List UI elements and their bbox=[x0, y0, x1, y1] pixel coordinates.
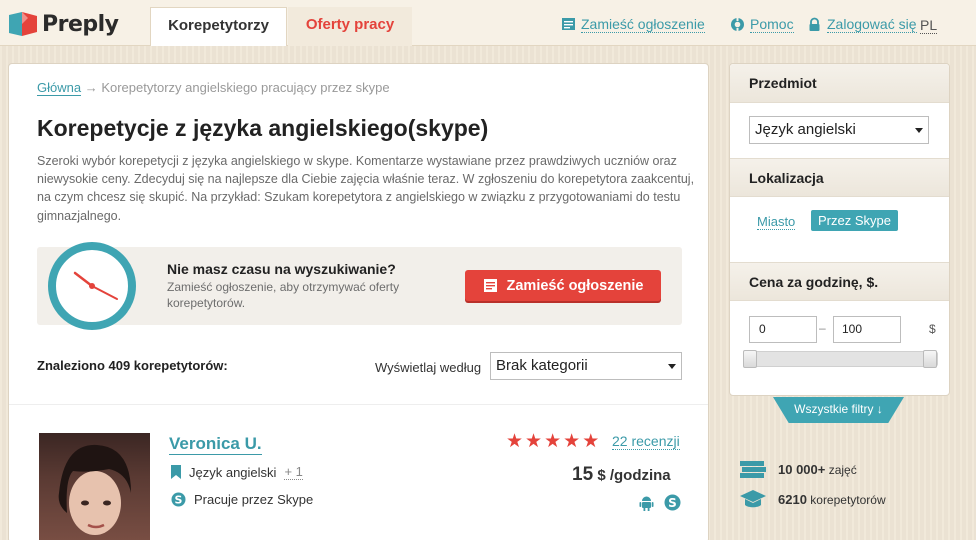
stat-lessons: 10 000+ zajęć bbox=[739, 458, 857, 480]
star-icon: ★ bbox=[563, 431, 581, 452]
subject-select-value: Język angielski bbox=[755, 121, 856, 138]
tab-job-offers[interactable]: Oferty pracy bbox=[288, 7, 412, 46]
results-count: Znaleziono 409 korepetytorów: bbox=[37, 358, 228, 373]
top-navigation-bar: Preply Korepetytorzy Oferty pracy Zamieś… bbox=[0, 0, 976, 46]
lifebuoy-icon bbox=[731, 17, 744, 32]
subject-filter-heading: Przedmiot bbox=[730, 64, 949, 103]
location-skype-option[interactable]: Przez Skype bbox=[811, 210, 898, 231]
stat-lessons-value: 10 000+ bbox=[778, 461, 826, 477]
svg-text:S: S bbox=[668, 496, 677, 510]
notepad-icon bbox=[562, 18, 575, 30]
currency-label: $ bbox=[929, 322, 936, 336]
tutor-platform-icons: S bbox=[638, 494, 681, 511]
breadcrumb-current: Korepetytorzy angielskiego pracujący prz… bbox=[101, 80, 390, 95]
skype-icon: S bbox=[664, 494, 681, 511]
location-city-option[interactable]: Miasto bbox=[757, 214, 796, 230]
star-icon: ★ bbox=[544, 431, 562, 452]
chevron-down-icon bbox=[915, 128, 923, 133]
price-range-min-handle[interactable] bbox=[743, 350, 757, 368]
tutor-skype-info: S Pracuje przez Skype bbox=[171, 492, 313, 507]
star-icon: ★ bbox=[525, 431, 543, 452]
lock-icon bbox=[809, 17, 820, 31]
main-content-card: Główna → Korepetytorzy angielskiego prac… bbox=[8, 63, 709, 540]
stat-lessons-label: zajęć bbox=[828, 462, 857, 477]
star-icon: ★ bbox=[582, 431, 600, 452]
breadcrumb-arrow: → bbox=[84, 80, 98, 95]
tab-tutors[interactable]: Korepetytorzy bbox=[150, 7, 287, 46]
page-title: Korepetycje z języka angielskiego(skype) bbox=[37, 115, 489, 141]
post-ad-button-label: Zamieść ogłoszenie bbox=[506, 277, 644, 294]
location-filter-heading: Lokalizacja bbox=[730, 158, 949, 197]
login-label: Zalogować się bbox=[827, 16, 917, 33]
tutor-language: Język angielski + 1 bbox=[171, 464, 303, 480]
chevron-down-icon bbox=[668, 364, 676, 369]
sort-label: Wyświetlaj według bbox=[375, 360, 482, 375]
post-ad-link[interactable]: Zamieść ogłoszenie bbox=[561, 16, 705, 33]
graduation-cap-icon bbox=[740, 490, 766, 508]
login-link[interactable]: Zalogować się bbox=[807, 16, 917, 33]
tutor-price: 15 $ /godzina bbox=[572, 464, 671, 486]
reviews-link[interactable]: 22 recenzji bbox=[612, 433, 680, 450]
tutor-language-label: Język angielski bbox=[189, 464, 277, 480]
logo[interactable]: Preply bbox=[8, 9, 119, 39]
price-from-input[interactable]: 0 bbox=[749, 316, 817, 343]
post-ad-button[interactable]: Zamieść ogłoszenie bbox=[465, 270, 661, 301]
books-icon bbox=[740, 461, 766, 478]
divider bbox=[9, 404, 708, 405]
page-description: Szeroki wybór korepetycji z języka angie… bbox=[37, 154, 695, 223]
post-ad-label: Zamieść ogłoszenie bbox=[581, 16, 705, 33]
breadcrumb: Główna → Korepetytorzy angielskiego prac… bbox=[37, 80, 390, 96]
person-photo-icon bbox=[58, 444, 131, 535]
all-filters-button[interactable]: Wszystkie filtry ↓ bbox=[773, 397, 904, 423]
tutor-name-link[interactable]: Veronica U. bbox=[169, 434, 262, 455]
price-range-max-handle[interactable] bbox=[923, 350, 937, 368]
more-languages-link[interactable]: + 1 bbox=[284, 464, 303, 480]
filter-sidebar: Przedmiot Język angielski Lokalizacja Mi… bbox=[729, 63, 950, 396]
subject-select[interactable]: Język angielski bbox=[749, 116, 929, 144]
promo-title: Nie masz czasu na wyszukiwanie? bbox=[167, 261, 396, 277]
stat-tutors: 6210 korepetytorów bbox=[739, 488, 886, 510]
price-to-input[interactable]: 100 bbox=[833, 316, 901, 343]
price-unit: $ /godzina bbox=[597, 467, 671, 484]
skype-icon: S bbox=[171, 492, 186, 507]
stat-tutors-value: 6210 bbox=[778, 491, 807, 507]
tutor-avatar[interactable] bbox=[39, 433, 150, 540]
help-link[interactable]: Pomoc bbox=[730, 16, 794, 33]
sort-select-value: Brak kategorii bbox=[496, 357, 588, 374]
promo-banner: Nie masz czasu na wyszukiwanie? Zamieść … bbox=[37, 242, 682, 330]
breadcrumb-home-link[interactable]: Główna bbox=[37, 80, 82, 96]
price-range-slider[interactable] bbox=[744, 351, 938, 367]
notepad-icon bbox=[483, 279, 497, 292]
rating-stars: ★ ★ ★ ★ ★ bbox=[506, 432, 599, 452]
price-filter-heading: Cena za godzinę, $. bbox=[730, 262, 949, 301]
language-selector[interactable]: PL bbox=[920, 17, 938, 34]
stat-tutors-label: korepetytorów bbox=[810, 492, 886, 507]
preply-logo-icon bbox=[9, 12, 37, 36]
price-range-dash: – bbox=[819, 321, 826, 335]
android-icon bbox=[639, 496, 654, 511]
help-label: Pomoc bbox=[750, 16, 794, 33]
sort-select[interactable]: Brak kategorii bbox=[490, 352, 682, 380]
promo-text: Zamieść ogłoszenie, aby otrzymywać ofert… bbox=[167, 280, 400, 310]
svg-text:S: S bbox=[175, 494, 183, 507]
clock-icon bbox=[48, 242, 136, 330]
price-amount: 15 bbox=[572, 464, 594, 485]
star-icon: ★ bbox=[506, 431, 524, 452]
bookmark-icon bbox=[171, 465, 181, 479]
tutor-skype-label: Pracuje przez Skype bbox=[194, 492, 314, 507]
logo-text: Preply bbox=[42, 11, 119, 37]
